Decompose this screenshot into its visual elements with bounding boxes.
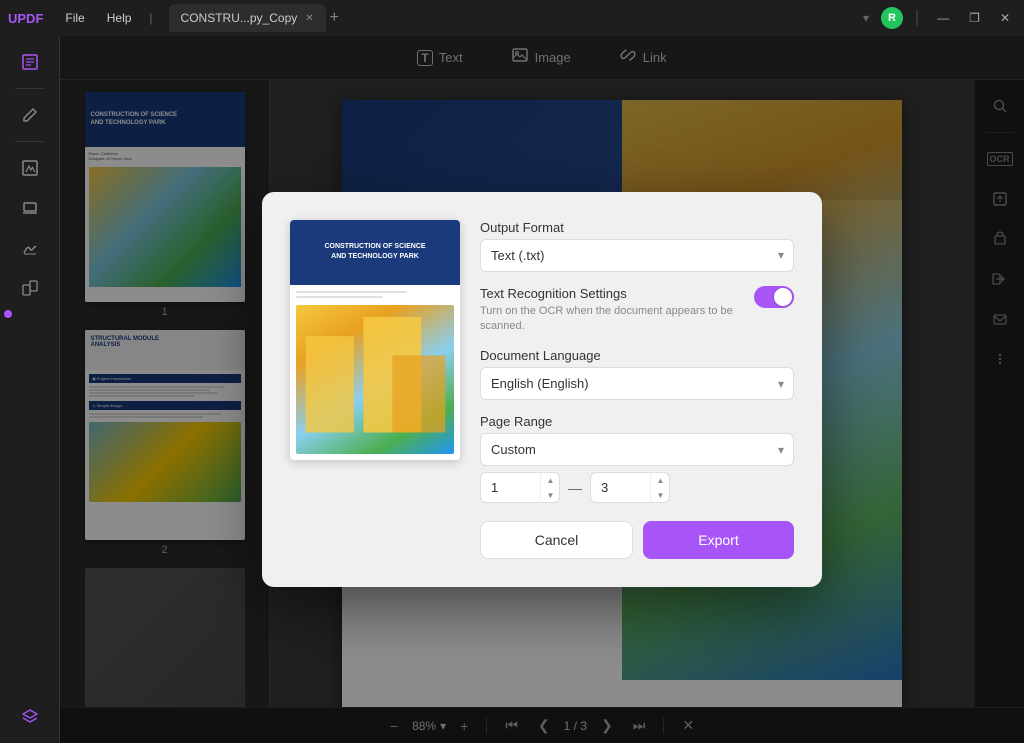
menu-file[interactable]: File — [55, 7, 94, 29]
ocr-section: Text Recognition Settings Turn on the OC… — [480, 286, 794, 335]
page-from-spinners: ▲ ▼ — [540, 472, 560, 503]
output-format-section: Output Format Text (.txt) Word (.docx) E… — [480, 220, 794, 272]
page-to-wrap: ▲ ▼ — [590, 472, 670, 503]
tab-document[interactable]: CONSTRU...py_Copy ✕ — [169, 4, 326, 32]
document-language-label: Document Language — [480, 348, 794, 363]
page-to-spinners: ▲ ▼ — [650, 472, 670, 503]
separator-icon: | — [149, 11, 152, 25]
menu-help[interactable]: Help — [97, 7, 142, 29]
modal-form: Output Format Text (.txt) Word (.docx) E… — [480, 220, 794, 560]
sidebar-icon-stamp[interactable] — [12, 190, 48, 226]
titlebar: UPDF File Help | CONSTRU...py_Copy ✕ + ▾… — [0, 0, 1024, 36]
language-select[interactable]: English (English) French (Français) Germ… — [480, 367, 794, 400]
export-modal: CONSTRUCTION OF SCIENCEAND TECHNOLOGY PA… — [262, 192, 822, 588]
close-button[interactable]: ✕ — [994, 9, 1016, 27]
sidebar-divider-1 — [15, 88, 45, 89]
page-to-down[interactable]: ▼ — [651, 488, 670, 504]
language-select-wrapper: English (English) French (Français) Germ… — [480, 367, 794, 400]
page-from-wrap: ▲ ▼ — [480, 472, 560, 503]
tab-area: CONSTRU...py_Copy ✕ + — [169, 4, 859, 32]
sidebar-divider-2 — [15, 141, 45, 142]
sidebar-dot-indicator — [4, 310, 12, 318]
page-range-select-wrapper: All Pages Custom Current Page — [480, 433, 794, 466]
ocr-subtitle: Turn on the OCR when the document appear… — [480, 304, 746, 335]
content-area: T Text Image — [60, 36, 1024, 743]
sidebar-icon-layers[interactable] — [12, 699, 48, 735]
user-avatar[interactable]: R — [881, 7, 903, 29]
sidebar-icon-edit[interactable] — [12, 44, 48, 80]
ocr-toggle[interactable] — [754, 286, 794, 308]
minimize-button[interactable]: — — [931, 9, 955, 27]
sidebar-icon-pencil[interactable] — [12, 97, 48, 133]
output-format-select-wrapper: Text (.txt) Word (.docx) Excel (.xlsx) P… — [480, 239, 794, 272]
building-svg — [296, 305, 454, 454]
sidebar-icon-annotate[interactable] — [12, 150, 48, 186]
preview-building-graphic — [296, 305, 454, 454]
preview-header-text: CONSTRUCTION OF SCIENCEAND TECHNOLOGY PA… — [324, 242, 425, 262]
modal-preview-image: CONSTRUCTION OF SCIENCEAND TECHNOLOGY PA… — [290, 220, 460, 460]
preview-header: CONSTRUCTION OF SCIENCEAND TECHNOLOGY PA… — [290, 220, 460, 285]
page-from-up[interactable]: ▲ — [541, 472, 560, 488]
modal-preview: CONSTRUCTION OF SCIENCEAND TECHNOLOGY PA… — [290, 220, 460, 560]
toggle-knob — [774, 288, 792, 306]
tab-close-icon[interactable]: ✕ — [305, 13, 313, 24]
tab-dropdown-icon[interactable]: ▾ — [863, 11, 869, 25]
preview-container: CONSTRUCTION OF SCIENCEAND TECHNOLOGY PA… — [290, 220, 460, 460]
modal-overlay: CONSTRUCTION OF SCIENCEAND TECHNOLOGY PA… — [60, 36, 1024, 743]
cancel-button[interactable]: Cancel — [480, 521, 633, 559]
window-controls: ▾ R | — ❐ ✕ — [863, 7, 1016, 29]
page-range-section: Page Range All Pages Custom Current Page — [480, 414, 794, 503]
sidebar-icon-combine[interactable] — [12, 270, 48, 306]
preview-body — [290, 285, 460, 460]
app-logo: UPDF — [8, 11, 43, 26]
page-from-down[interactable]: ▼ — [541, 488, 560, 504]
document-language-section: Document Language English (English) Fren… — [480, 348, 794, 400]
left-sidebar — [0, 36, 60, 743]
export-button[interactable]: Export — [643, 521, 794, 559]
menu-bar: File Help — [55, 7, 141, 29]
tab-label: CONSTRU...py_Copy — [181, 11, 298, 25]
output-format-label: Output Format — [480, 220, 794, 235]
ocr-text-block: Text Recognition Settings Turn on the OC… — [480, 286, 746, 335]
ocr-title: Text Recognition Settings — [480, 286, 746, 301]
tab-add-icon[interactable]: + — [330, 9, 339, 27]
page-range-label: Page Range — [480, 414, 794, 429]
main-layout: T Text Image — [0, 36, 1024, 743]
modal-buttons: Cancel Export — [480, 521, 794, 559]
range-dash: — — [568, 480, 582, 496]
page-to-up[interactable]: ▲ — [651, 472, 670, 488]
output-format-select[interactable]: Text (.txt) Word (.docx) Excel (.xlsx) P… — [480, 239, 794, 272]
page-range-inputs: ▲ ▼ — ▲ ▼ — [480, 472, 794, 503]
maximize-button[interactable]: ❐ — [963, 9, 986, 27]
user-initial: R — [888, 12, 896, 24]
page-range-select[interactable]: All Pages Custom Current Page — [480, 433, 794, 466]
sidebar-icon-signature[interactable] — [12, 230, 48, 266]
